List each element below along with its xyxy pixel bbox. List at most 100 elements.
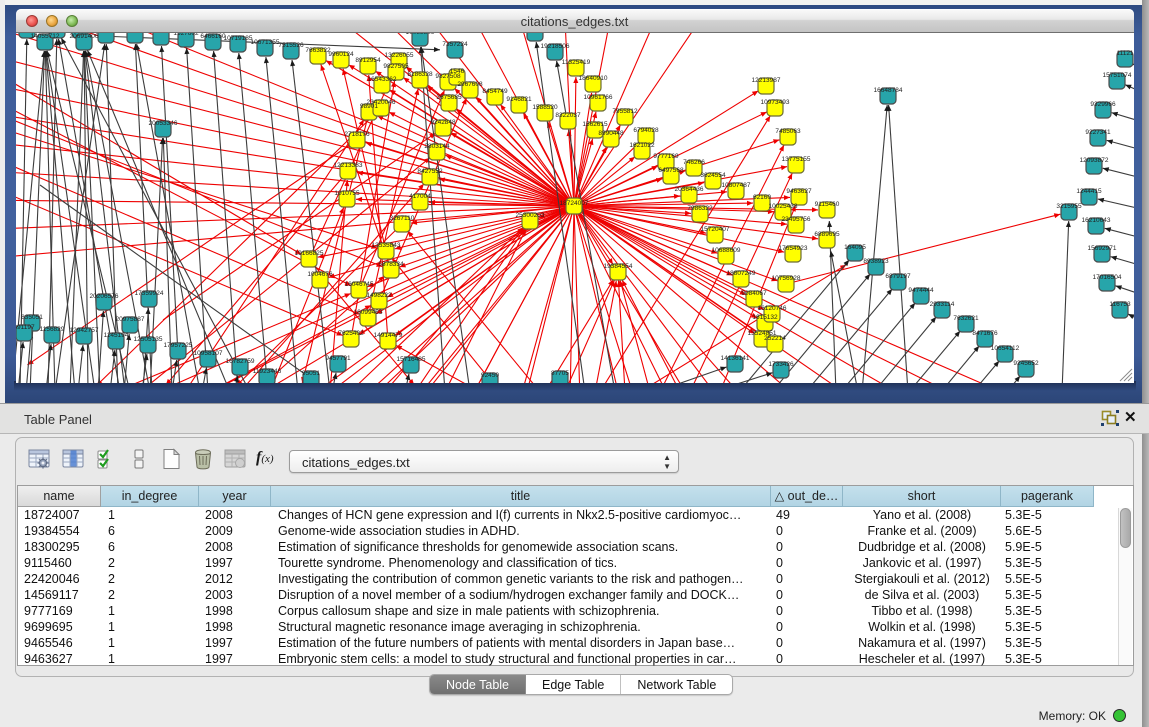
svg-text:15692971: 15692971 bbox=[1088, 245, 1117, 252]
svg-text:15716485: 15716485 bbox=[397, 356, 426, 363]
svg-text:164095: 164095 bbox=[844, 244, 866, 251]
svg-text:9084067: 9084067 bbox=[741, 290, 767, 297]
svg-text:8322037: 8322037 bbox=[555, 112, 581, 119]
svg-text:1145194: 1145194 bbox=[104, 332, 129, 339]
svg-text:9329966: 9329966 bbox=[1090, 101, 1116, 108]
svg-text:6466160: 6466160 bbox=[200, 33, 226, 40]
svg-text:1615132: 1615132 bbox=[752, 314, 778, 321]
svg-text:13535843: 13535843 bbox=[372, 242, 401, 249]
svg-text:13226055: 13226055 bbox=[385, 52, 414, 59]
svg-text:20364436: 20364436 bbox=[675, 186, 704, 193]
svg-text:18724007: 18724007 bbox=[560, 200, 589, 207]
svg-text:10958107: 10958107 bbox=[194, 350, 223, 357]
svg-text:95051: 95051 bbox=[302, 370, 320, 377]
svg-text:11923446: 11923446 bbox=[253, 368, 282, 375]
svg-text:17957225: 17957225 bbox=[164, 342, 193, 349]
svg-text:12213987: 12213987 bbox=[752, 77, 781, 84]
svg-text:8427552: 8427552 bbox=[417, 168, 443, 175]
svg-text:6794028: 6794028 bbox=[633, 127, 659, 134]
svg-text:9227341: 9227341 bbox=[1085, 129, 1111, 136]
svg-text:17654923: 17654923 bbox=[779, 245, 808, 252]
svg-text:7515526: 7515526 bbox=[278, 42, 304, 49]
svg-text:10654112: 10654112 bbox=[991, 345, 1020, 352]
svg-text:7485063: 7485063 bbox=[775, 128, 801, 135]
svg-text:835051: 835051 bbox=[21, 314, 43, 321]
svg-text:10025438: 10025438 bbox=[769, 203, 798, 210]
svg-text:20053346: 20053346 bbox=[149, 120, 178, 127]
svg-text:17016504: 17016504 bbox=[1093, 274, 1122, 281]
svg-text:9146821: 9146821 bbox=[506, 96, 532, 103]
svg-text:1244415: 1244415 bbox=[1076, 188, 1102, 195]
svg-text:16210643: 16210643 bbox=[1082, 217, 1111, 224]
svg-text:18807249: 18807249 bbox=[727, 270, 756, 277]
svg-text:20691406: 20691406 bbox=[70, 33, 99, 40]
svg-text:16648784: 16648784 bbox=[874, 87, 903, 94]
svg-text:87705: 87705 bbox=[551, 370, 569, 377]
svg-text:8938923: 8938923 bbox=[863, 258, 889, 265]
svg-text:19384554: 19384554 bbox=[604, 263, 633, 270]
svg-text:16782759: 16782759 bbox=[226, 358, 255, 365]
svg-text:12213383: 12213383 bbox=[334, 162, 363, 169]
svg-text:9960124: 9960124 bbox=[328, 51, 354, 58]
svg-text:10756928: 10756928 bbox=[772, 275, 801, 282]
svg-text:8471676: 8471676 bbox=[972, 330, 998, 337]
svg-text:1527602: 1527602 bbox=[173, 33, 199, 37]
svg-text:14914479: 14914479 bbox=[374, 332, 403, 339]
svg-text:17359924: 17359924 bbox=[135, 290, 164, 297]
svg-text:8912954: 8912954 bbox=[355, 57, 381, 64]
svg-text:8454749: 8454749 bbox=[482, 88, 508, 95]
svg-text:1010755: 1010755 bbox=[334, 190, 360, 197]
svg-text:12942757: 12942757 bbox=[70, 327, 99, 334]
svg-text:1733426: 1733426 bbox=[768, 361, 794, 368]
svg-text:92450: 92450 bbox=[481, 372, 499, 379]
svg-text:2718176: 2718176 bbox=[344, 131, 370, 138]
svg-text:3624554: 3624554 bbox=[700, 172, 726, 179]
svg-text:19166825: 19166825 bbox=[295, 250, 324, 257]
svg-text:9605320: 9605320 bbox=[148, 33, 174, 35]
svg-text:16543362: 16543362 bbox=[368, 76, 397, 83]
svg-text:62160: 62160 bbox=[753, 194, 771, 201]
svg-text:7663822: 7663822 bbox=[305, 47, 331, 54]
svg-text:2967608: 2967608 bbox=[457, 81, 483, 88]
svg-text:8990448: 8990448 bbox=[598, 130, 624, 137]
svg-text:16046745: 16046745 bbox=[345, 281, 374, 288]
svg-text:9827505: 9827505 bbox=[383, 63, 409, 70]
svg-text:15720407: 15720407 bbox=[701, 226, 730, 233]
svg-text:20975887: 20975887 bbox=[116, 316, 145, 323]
svg-text:9242848: 9242848 bbox=[430, 119, 456, 126]
svg-text:7986322: 7986322 bbox=[687, 205, 713, 212]
svg-text:746266: 746266 bbox=[683, 159, 705, 166]
svg-text:14136141: 14136141 bbox=[721, 355, 750, 362]
svg-text:5878334: 5878334 bbox=[378, 261, 404, 268]
svg-text:3675685: 3675685 bbox=[436, 94, 462, 101]
svg-text:10719185: 10719185 bbox=[224, 35, 253, 42]
svg-text:116753: 116753 bbox=[1109, 301, 1131, 308]
svg-text:20206576: 20206576 bbox=[90, 293, 119, 300]
svg-text:10961766: 10961766 bbox=[584, 94, 613, 101]
svg-text:3267110: 3267110 bbox=[390, 215, 415, 222]
svg-text:7357224: 7357224 bbox=[442, 41, 468, 48]
svg-text:6889695: 6889695 bbox=[814, 231, 840, 238]
svg-text:13775155: 13775155 bbox=[782, 156, 811, 163]
svg-text:15751074: 15751074 bbox=[1103, 72, 1132, 79]
svg-text:3215955: 3215955 bbox=[1056, 203, 1082, 210]
svg-text:18640910: 18640910 bbox=[579, 75, 608, 82]
svg-text:6497568: 6497568 bbox=[658, 167, 684, 174]
svg-text:10688609: 10688609 bbox=[712, 247, 741, 254]
svg-text:12093872: 12093872 bbox=[1080, 157, 1109, 164]
svg-text:9463627: 9463627 bbox=[786, 188, 812, 195]
svg-text:417004: 417004 bbox=[409, 193, 431, 200]
svg-text:25300203: 25300203 bbox=[516, 212, 545, 219]
svg-text:8186328: 8186328 bbox=[407, 71, 433, 78]
svg-text:9457791: 9457791 bbox=[325, 355, 351, 362]
svg-text:10671355: 10671355 bbox=[251, 39, 280, 46]
svg-text:11121: 11121 bbox=[1116, 50, 1133, 57]
svg-text:1498222: 1498222 bbox=[366, 292, 392, 299]
svg-text:2933114: 2933114 bbox=[930, 301, 955, 308]
svg-text:16033809: 16033809 bbox=[406, 33, 435, 36]
svg-text:10973493: 10973493 bbox=[761, 99, 790, 106]
svg-text:9777169: 9777169 bbox=[653, 153, 679, 160]
svg-text:12505135: 12505135 bbox=[134, 336, 163, 343]
svg-text:23420046: 23420046 bbox=[367, 99, 396, 106]
svg-text:19218506: 19218506 bbox=[541, 43, 570, 50]
